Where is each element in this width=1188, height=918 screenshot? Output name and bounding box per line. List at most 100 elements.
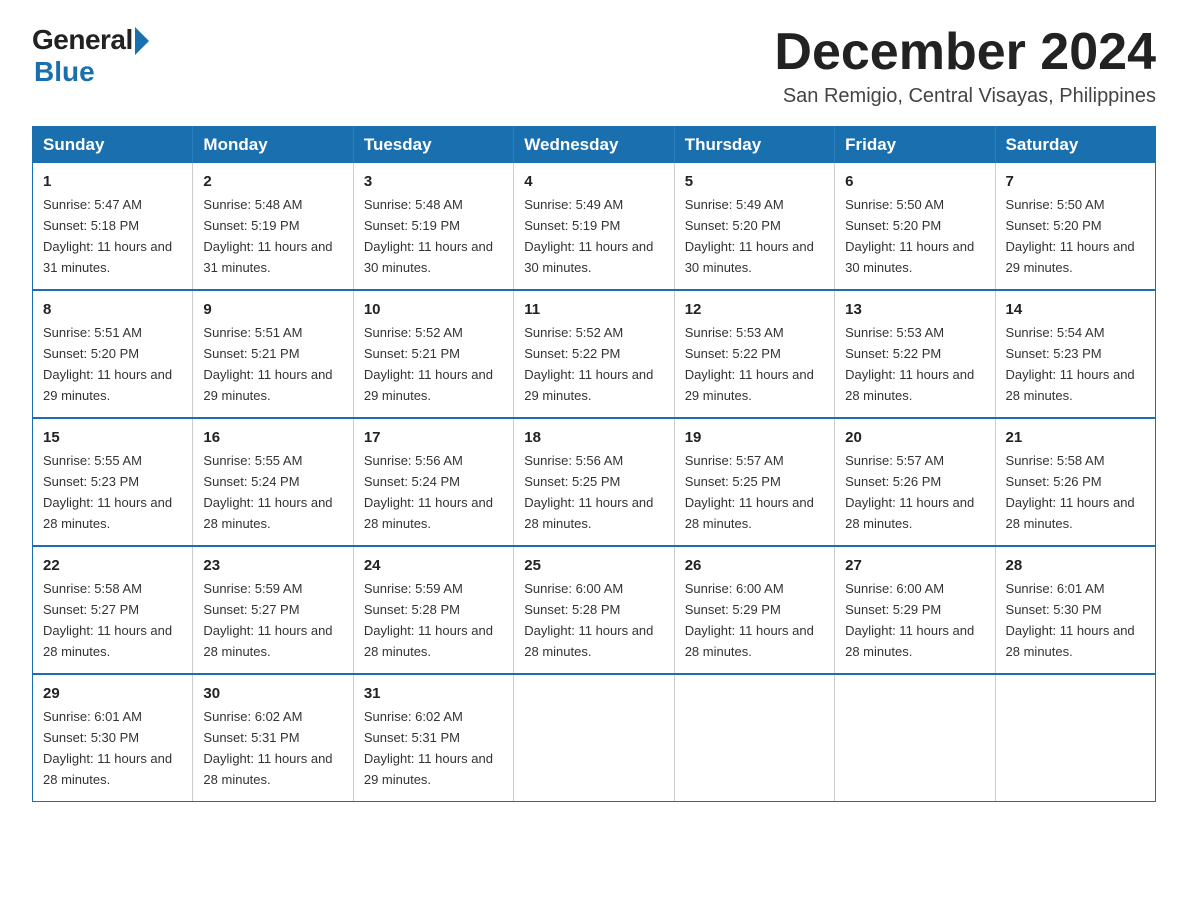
calendar-cell: 20 Sunrise: 5:57 AMSunset: 5:26 PMDaylig… bbox=[835, 418, 995, 546]
calendar-cell: 21 Sunrise: 5:58 AMSunset: 5:26 PMDaylig… bbox=[995, 418, 1155, 546]
calendar-cell: 9 Sunrise: 5:51 AMSunset: 5:21 PMDayligh… bbox=[193, 290, 353, 418]
calendar-cell: 30 Sunrise: 6:02 AMSunset: 5:31 PMDaylig… bbox=[193, 674, 353, 801]
day-number: 9 bbox=[203, 298, 342, 321]
page-header: General Blue December 2024 San Remigio, … bbox=[32, 24, 1156, 108]
day-info: Sunrise: 5:52 AMSunset: 5:21 PMDaylight:… bbox=[364, 325, 493, 403]
day-info: Sunrise: 5:58 AMSunset: 5:26 PMDaylight:… bbox=[1006, 453, 1135, 531]
day-number: 30 bbox=[203, 682, 342, 705]
calendar-cell: 19 Sunrise: 5:57 AMSunset: 5:25 PMDaylig… bbox=[674, 418, 834, 546]
day-info: Sunrise: 5:58 AMSunset: 5:27 PMDaylight:… bbox=[43, 581, 172, 659]
calendar-cell: 6 Sunrise: 5:50 AMSunset: 5:20 PMDayligh… bbox=[835, 163, 995, 290]
day-info: Sunrise: 5:57 AMSunset: 5:25 PMDaylight:… bbox=[685, 453, 814, 531]
day-number: 16 bbox=[203, 426, 342, 449]
day-info: Sunrise: 5:51 AMSunset: 5:21 PMDaylight:… bbox=[203, 325, 332, 403]
day-number: 12 bbox=[685, 298, 824, 321]
day-number: 31 bbox=[364, 682, 503, 705]
day-number: 15 bbox=[43, 426, 182, 449]
weekday-header-row: SundayMondayTuesdayWednesdayThursdayFrid… bbox=[33, 127, 1156, 164]
day-number: 19 bbox=[685, 426, 824, 449]
calendar-cell: 23 Sunrise: 5:59 AMSunset: 5:27 PMDaylig… bbox=[193, 546, 353, 674]
day-number: 7 bbox=[1006, 170, 1145, 193]
logo-blue-text: Blue bbox=[34, 56, 95, 88]
logo: General Blue bbox=[32, 24, 149, 88]
day-number: 14 bbox=[1006, 298, 1145, 321]
day-info: Sunrise: 5:54 AMSunset: 5:23 PMDaylight:… bbox=[1006, 325, 1135, 403]
day-number: 24 bbox=[364, 554, 503, 577]
day-number: 5 bbox=[685, 170, 824, 193]
month-title: December 2024 bbox=[774, 24, 1156, 81]
weekday-header-thursday: Thursday bbox=[674, 127, 834, 164]
calendar-cell: 12 Sunrise: 5:53 AMSunset: 5:22 PMDaylig… bbox=[674, 290, 834, 418]
calendar-cell: 4 Sunrise: 5:49 AMSunset: 5:19 PMDayligh… bbox=[514, 163, 674, 290]
day-number: 1 bbox=[43, 170, 182, 193]
weekday-header-wednesday: Wednesday bbox=[514, 127, 674, 164]
day-info: Sunrise: 5:47 AMSunset: 5:18 PMDaylight:… bbox=[43, 197, 172, 275]
calendar-week-row: 1 Sunrise: 5:47 AMSunset: 5:18 PMDayligh… bbox=[33, 163, 1156, 290]
day-info: Sunrise: 6:01 AMSunset: 5:30 PMDaylight:… bbox=[43, 709, 172, 787]
day-info: Sunrise: 5:52 AMSunset: 5:22 PMDaylight:… bbox=[524, 325, 653, 403]
day-info: Sunrise: 5:59 AMSunset: 5:28 PMDaylight:… bbox=[364, 581, 493, 659]
calendar-cell: 18 Sunrise: 5:56 AMSunset: 5:25 PMDaylig… bbox=[514, 418, 674, 546]
day-info: Sunrise: 6:02 AMSunset: 5:31 PMDaylight:… bbox=[203, 709, 332, 787]
calendar-cell: 28 Sunrise: 6:01 AMSunset: 5:30 PMDaylig… bbox=[995, 546, 1155, 674]
day-info: Sunrise: 6:00 AMSunset: 5:28 PMDaylight:… bbox=[524, 581, 653, 659]
calendar-cell: 15 Sunrise: 5:55 AMSunset: 5:23 PMDaylig… bbox=[33, 418, 193, 546]
day-info: Sunrise: 5:49 AMSunset: 5:20 PMDaylight:… bbox=[685, 197, 814, 275]
calendar-week-row: 8 Sunrise: 5:51 AMSunset: 5:20 PMDayligh… bbox=[33, 290, 1156, 418]
calendar-week-row: 22 Sunrise: 5:58 AMSunset: 5:27 PMDaylig… bbox=[33, 546, 1156, 674]
day-info: Sunrise: 5:57 AMSunset: 5:26 PMDaylight:… bbox=[845, 453, 974, 531]
calendar-cell: 17 Sunrise: 5:56 AMSunset: 5:24 PMDaylig… bbox=[353, 418, 513, 546]
weekday-header-friday: Friday bbox=[835, 127, 995, 164]
day-number: 29 bbox=[43, 682, 182, 705]
day-number: 4 bbox=[524, 170, 663, 193]
logo-general-text: General bbox=[32, 24, 133, 56]
weekday-header-sunday: Sunday bbox=[33, 127, 193, 164]
calendar-cell bbox=[995, 674, 1155, 801]
day-info: Sunrise: 6:02 AMSunset: 5:31 PMDaylight:… bbox=[364, 709, 493, 787]
day-info: Sunrise: 6:00 AMSunset: 5:29 PMDaylight:… bbox=[685, 581, 814, 659]
calendar-cell: 29 Sunrise: 6:01 AMSunset: 5:30 PMDaylig… bbox=[33, 674, 193, 801]
day-info: Sunrise: 5:48 AMSunset: 5:19 PMDaylight:… bbox=[203, 197, 332, 275]
day-number: 8 bbox=[43, 298, 182, 321]
calendar-cell: 2 Sunrise: 5:48 AMSunset: 5:19 PMDayligh… bbox=[193, 163, 353, 290]
calendar-cell: 25 Sunrise: 6:00 AMSunset: 5:28 PMDaylig… bbox=[514, 546, 674, 674]
calendar-week-row: 15 Sunrise: 5:55 AMSunset: 5:23 PMDaylig… bbox=[33, 418, 1156, 546]
day-number: 13 bbox=[845, 298, 984, 321]
day-info: Sunrise: 6:00 AMSunset: 5:29 PMDaylight:… bbox=[845, 581, 974, 659]
day-number: 10 bbox=[364, 298, 503, 321]
calendar-cell: 31 Sunrise: 6:02 AMSunset: 5:31 PMDaylig… bbox=[353, 674, 513, 801]
calendar-cell: 8 Sunrise: 5:51 AMSunset: 5:20 PMDayligh… bbox=[33, 290, 193, 418]
calendar-cell: 22 Sunrise: 5:58 AMSunset: 5:27 PMDaylig… bbox=[33, 546, 193, 674]
day-number: 26 bbox=[685, 554, 824, 577]
day-number: 23 bbox=[203, 554, 342, 577]
day-number: 18 bbox=[524, 426, 663, 449]
title-area: December 2024 San Remigio, Central Visay… bbox=[774, 24, 1156, 108]
day-info: Sunrise: 5:49 AMSunset: 5:19 PMDaylight:… bbox=[524, 197, 653, 275]
weekday-header-saturday: Saturday bbox=[995, 127, 1155, 164]
day-info: Sunrise: 5:48 AMSunset: 5:19 PMDaylight:… bbox=[364, 197, 493, 275]
calendar-cell: 5 Sunrise: 5:49 AMSunset: 5:20 PMDayligh… bbox=[674, 163, 834, 290]
calendar-cell: 1 Sunrise: 5:47 AMSunset: 5:18 PMDayligh… bbox=[33, 163, 193, 290]
day-info: Sunrise: 5:59 AMSunset: 5:27 PMDaylight:… bbox=[203, 581, 332, 659]
day-number: 20 bbox=[845, 426, 984, 449]
calendar-cell: 3 Sunrise: 5:48 AMSunset: 5:19 PMDayligh… bbox=[353, 163, 513, 290]
day-info: Sunrise: 5:56 AMSunset: 5:25 PMDaylight:… bbox=[524, 453, 653, 531]
day-number: 27 bbox=[845, 554, 984, 577]
day-info: Sunrise: 5:50 AMSunset: 5:20 PMDaylight:… bbox=[845, 197, 974, 275]
calendar-cell: 7 Sunrise: 5:50 AMSunset: 5:20 PMDayligh… bbox=[995, 163, 1155, 290]
day-number: 28 bbox=[1006, 554, 1145, 577]
day-number: 22 bbox=[43, 554, 182, 577]
calendar-cell: 16 Sunrise: 5:55 AMSunset: 5:24 PMDaylig… bbox=[193, 418, 353, 546]
day-number: 3 bbox=[364, 170, 503, 193]
calendar-cell: 14 Sunrise: 5:54 AMSunset: 5:23 PMDaylig… bbox=[995, 290, 1155, 418]
calendar-cell bbox=[514, 674, 674, 801]
day-number: 17 bbox=[364, 426, 503, 449]
calendar-week-row: 29 Sunrise: 6:01 AMSunset: 5:30 PMDaylig… bbox=[33, 674, 1156, 801]
calendar-cell bbox=[674, 674, 834, 801]
calendar-cell: 27 Sunrise: 6:00 AMSunset: 5:29 PMDaylig… bbox=[835, 546, 995, 674]
day-info: Sunrise: 5:53 AMSunset: 5:22 PMDaylight:… bbox=[845, 325, 974, 403]
day-number: 2 bbox=[203, 170, 342, 193]
calendar-cell: 26 Sunrise: 6:00 AMSunset: 5:29 PMDaylig… bbox=[674, 546, 834, 674]
day-info: Sunrise: 5:53 AMSunset: 5:22 PMDaylight:… bbox=[685, 325, 814, 403]
day-info: Sunrise: 6:01 AMSunset: 5:30 PMDaylight:… bbox=[1006, 581, 1135, 659]
